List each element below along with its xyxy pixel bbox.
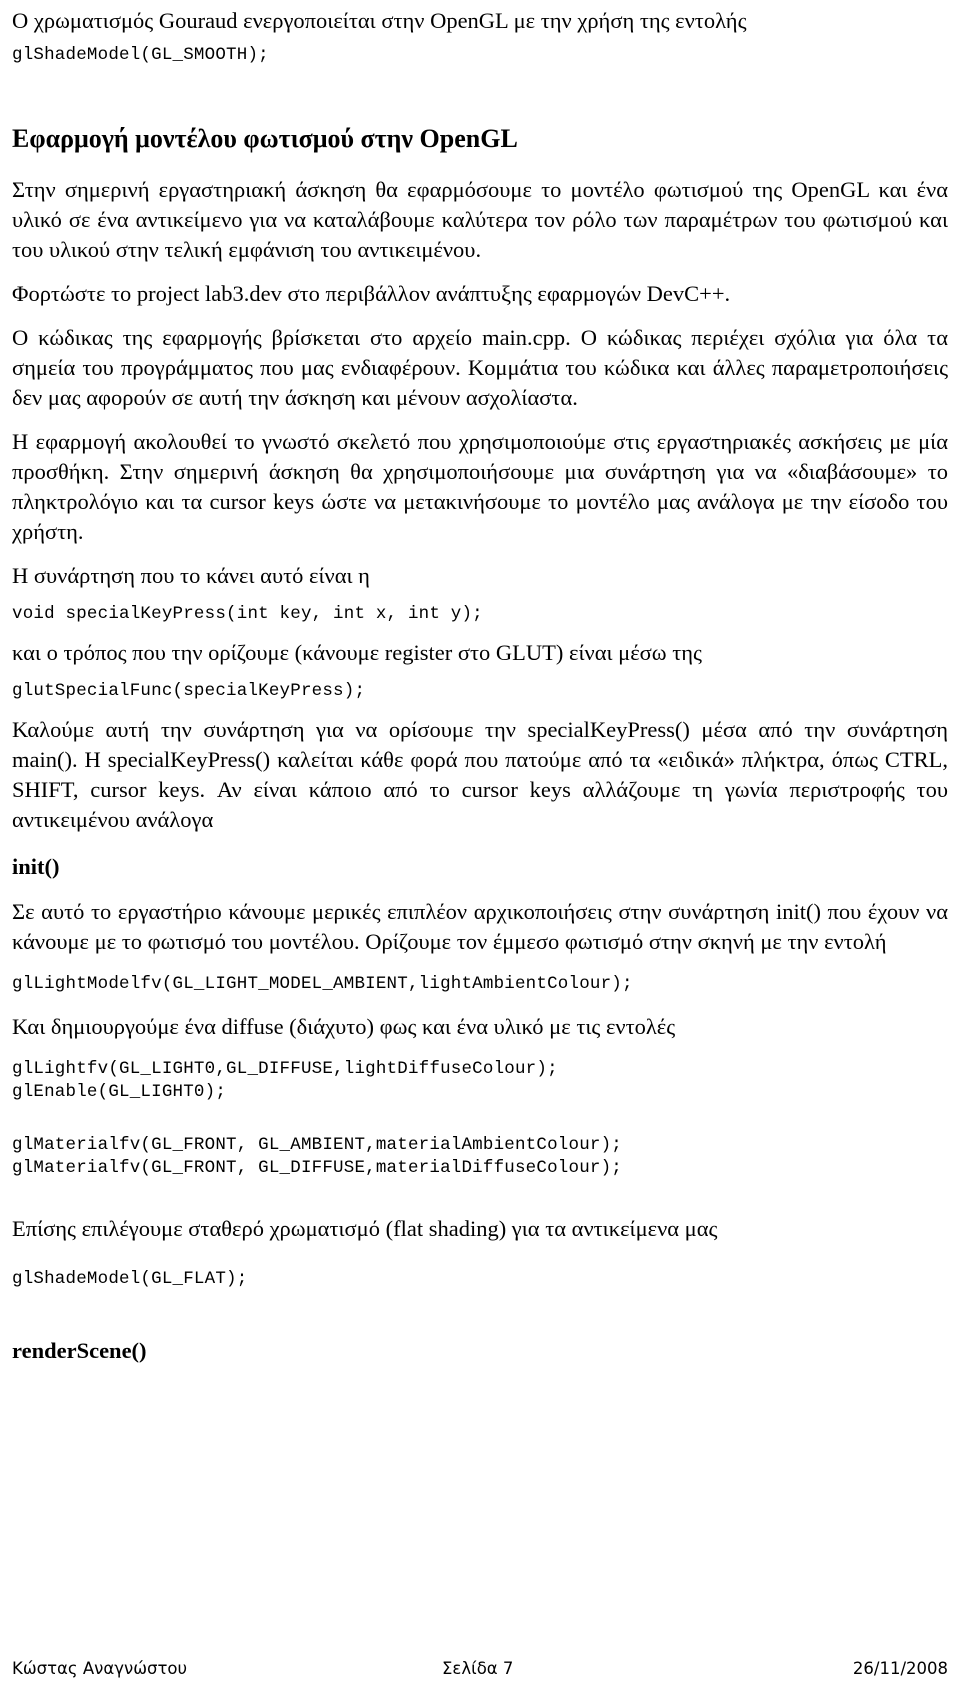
paragraph-today-lab: Στην σημερινή εργαστηριακή άσκηση θα εφα… [12,177,948,262]
paragraph-flat-shading: Επίσης επιλέγουμε σταθερό χρωματισμό (fl… [12,1216,718,1241]
document-page: Ο χρωματισμός Gouraud ενεργοποιείται στη… [0,0,960,1689]
paragraph-function-is: Η συνάρτηση που το κάνει αυτό είναι η [12,563,370,588]
code-gl-material-block: glMaterialfv(GL_FRONT, GL_AMBIENT,materi… [12,1135,622,1178]
paragraph-code-location: Ο κώδικας της εφαρμογής βρίσκεται στο αρ… [12,325,948,410]
footer-date: 26/11/2008 [852,1659,948,1678]
paragraph-gouraud-intro: Ο χρωματισμός Gouraud ενεργοποιείται στη… [12,8,747,33]
code-special-key-press-signature: void specialKeyPress(int key, int x, int… [12,604,483,624]
footer-page-number: Σελίδα 7 [442,1659,514,1678]
heading-render-scene: renderScene() [12,1338,147,1363]
paragraph-skeleton: Η εφαρμογή ακολουθεί το γνωστό σκελετό π… [12,429,948,544]
paragraph-init-description: Σε αυτό το εργαστήριο κάνουμε μερικές επ… [12,899,948,954]
code-gl-shade-model-flat: glShadeModel(GL_FLAT); [12,1269,248,1289]
code-gl-shade-model-smooth: glShadeModel(GL_SMOOTH); [12,45,269,65]
page-footer: Κώστας Αναγνώστου Σελίδα 7 26/11/2008 [12,1658,948,1680]
paragraph-call-function: Καλούμε αυτή την συνάρτηση για να ορίσου… [12,717,948,832]
heading-init: init() [12,854,60,879]
heading-lighting-model: Εφαρμογή μοντέλου φωτισμού στην OpenGL [12,124,518,153]
paragraph-load-project: Φορτώστε το project lab3.dev στο περιβάλ… [12,281,731,306]
footer-author: Κώστας Αναγνώστου [12,1659,188,1678]
code-gl-light-model-ambient: glLightModelfv(GL_LIGHT_MODEL_AMBIENT,li… [12,974,633,994]
document-body: Ο χρωματισμός Gouraud ενεργοποιείται στη… [12,6,948,1365]
paragraph-diffuse-intro: Και δημιουργούμε ένα diffuse (διάχυτο) φ… [12,1014,676,1039]
code-glut-special-func: glutSpecialFunc(specialKeyPress); [12,681,366,701]
code-gl-light-diffuse-block: glLightfv(GL_LIGHT0,GL_DIFFUSE,lightDiff… [12,1059,558,1102]
paragraph-register-way: και ο τρόπος που την ορίζουμε (κάνουμε r… [12,640,702,665]
